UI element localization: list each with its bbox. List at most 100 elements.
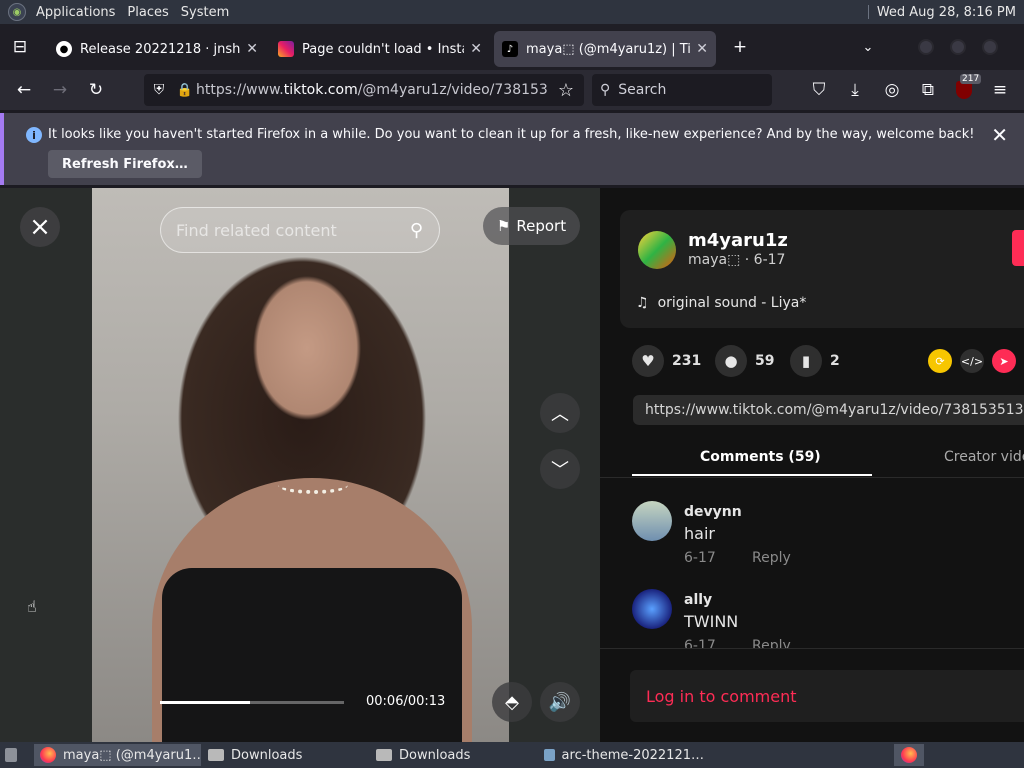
- tracking-shield-icon[interactable]: ⛨: [144, 82, 174, 98]
- distro-logo-icon[interactable]: ◉: [8, 3, 26, 21]
- share-repost-icon[interactable]: ⟳: [928, 349, 952, 373]
- reply-button[interactable]: Reply: [752, 638, 791, 648]
- video-player[interactable]: [92, 188, 509, 742]
- previous-video-chevron-up-icon[interactable]: ︿: [540, 393, 580, 433]
- instagram-icon: [278, 41, 294, 57]
- comment-avatar[interactable]: [632, 501, 672, 541]
- login-to-comment-button[interactable]: Log in to comment: [630, 670, 1024, 722]
- bookmark-star-icon[interactable]: ☆: [548, 80, 584, 101]
- bottom-taskbar: maya⬚ (@m4yaru1… Downloads Downloads arc…: [0, 742, 1024, 768]
- tab-instagram[interactable]: Page couldn't load • Instagram ✕: [270, 31, 490, 67]
- video-stage: [0, 188, 600, 742]
- close-video-button[interactable]: ×: [20, 207, 60, 247]
- taskbar-item-downloads[interactable]: Downloads: [202, 744, 368, 766]
- hamburger-menu-icon[interactable]: ≡: [984, 74, 1016, 106]
- refresh-firefox-button[interactable]: Refresh Firefox…: [48, 150, 202, 178]
- search-icon[interactable]: ⚲: [410, 220, 423, 241]
- video-time: 00:06/00:13: [366, 694, 446, 709]
- report-button[interactable]: ⚑ Report: [483, 207, 580, 245]
- comments-divider: [600, 648, 1024, 649]
- url-path: /@m4yaru1z/video/7381535131: [357, 82, 548, 98]
- account-icon[interactable]: ◎: [876, 74, 908, 106]
- tab-creator-videos[interactable]: Creator videos: [944, 449, 1024, 465]
- info-icon: i: [26, 127, 42, 143]
- comment-avatar[interactable]: [632, 589, 672, 629]
- taskbar-item-archive[interactable]: arc-theme-2022121…: [538, 744, 704, 766]
- creator-display-date: maya⬚ · 6-17: [688, 252, 786, 268]
- save-button[interactable]: ▮ 2: [790, 345, 840, 377]
- show-desktop-icon[interactable]: [2, 744, 24, 766]
- mouse-cursor-hand-icon: ☝: [27, 597, 37, 616]
- taskbar-item-firefox[interactable]: maya⬚ (@m4yaru1…: [34, 744, 201, 766]
- back-arrow-icon[interactable]: ←: [8, 74, 40, 106]
- folder-icon: [376, 749, 392, 761]
- close-window-icon[interactable]: [982, 39, 998, 55]
- next-video-chevron-down-icon[interactable]: ﹀: [540, 449, 580, 489]
- reply-button[interactable]: Reply: [752, 550, 791, 566]
- save-count: 2: [830, 353, 840, 369]
- url-bar[interactable]: ⛨ 🔒 https://www.tiktok.com/@m4yaru1z/vid…: [144, 74, 584, 106]
- lock-icon[interactable]: 🔒: [174, 83, 196, 98]
- taskbar-label: Downloads: [399, 747, 471, 763]
- folder-icon: [208, 749, 224, 761]
- tabs-divider: [600, 477, 1024, 478]
- comment-button[interactable]: ● 59: [715, 345, 774, 377]
- new-tab-icon[interactable]: +: [724, 31, 756, 63]
- volume-icon[interactable]: 🔊: [540, 682, 580, 722]
- flag-icon: ⚑: [496, 217, 511, 235]
- find-related-input[interactable]: Find related content ⚲: [160, 207, 440, 253]
- maximize-icon[interactable]: [950, 39, 966, 55]
- reload-icon[interactable]: ↻: [80, 74, 112, 106]
- comment-date: 6-17: [684, 638, 716, 648]
- places-menu[interactable]: Places: [121, 5, 174, 20]
- minimize-icon[interactable]: [918, 39, 934, 55]
- taskbar-label: arc-theme-2022121…: [561, 747, 704, 763]
- tab-title: Page couldn't load • Instagram: [302, 41, 464, 57]
- embed-code-icon[interactable]: </>: [960, 349, 984, 373]
- firefox-icon: [40, 747, 56, 763]
- search-input[interactable]: ⚲ Search: [592, 74, 772, 106]
- url-text[interactable]: https://www.tiktok.com/@m4yaru1z/video/7…: [196, 82, 548, 98]
- tab-tiktok[interactable]: ♪ maya⬚ (@m4yaru1z) | TikTok ✕: [494, 31, 716, 67]
- close-tab-icon[interactable]: ✕: [696, 41, 708, 57]
- video-progress-bar[interactable]: [160, 701, 344, 704]
- active-tab-underline: [632, 474, 872, 476]
- video-frame-dress: [162, 568, 462, 742]
- panel-clock[interactable]: Wed Aug 28, 8:16 PM: [867, 4, 1024, 20]
- forward-arrow-icon[interactable]: →: [44, 74, 76, 106]
- tab-github[interactable]: ● Release 20221218 · jnsh/arc-theme ✕: [48, 31, 266, 67]
- tab-comments[interactable]: Comments (59): [700, 449, 821, 465]
- close-notification-icon[interactable]: ✕: [991, 123, 1008, 147]
- find-related-placeholder: Find related content: [176, 220, 337, 240]
- system-menu[interactable]: System: [175, 5, 235, 20]
- close-tab-icon[interactable]: ✕: [470, 41, 482, 57]
- pocket-icon[interactable]: ⛉: [803, 74, 835, 106]
- float-player-icon[interactable]: ⬘: [492, 682, 532, 722]
- like-button[interactable]: ♥ 231: [632, 345, 701, 377]
- workspace-switcher[interactable]: [894, 744, 924, 766]
- search-placeholder: Search: [618, 82, 667, 98]
- follow-button[interactable]: [1012, 230, 1024, 266]
- creator-username[interactable]: m4yaru1z: [688, 230, 788, 251]
- sound-link[interactable]: ♫ original sound - Liya*: [636, 295, 806, 311]
- send-share-icon[interactable]: ➤: [992, 349, 1016, 373]
- creator-avatar[interactable]: [638, 231, 676, 269]
- comment-bubble-icon: ●: [715, 345, 747, 377]
- copy-link-field[interactable]: https://www.tiktok.com/@m4yaru1z/video/7…: [633, 395, 1024, 425]
- search-icon: ⚲: [600, 82, 611, 98]
- clock-text: Wed Aug 28, 8:16 PM: [876, 4, 1016, 20]
- applications-menu[interactable]: Applications: [30, 5, 121, 20]
- ublock-badge: 217: [960, 74, 982, 84]
- comment-meta-clipped: 6-17 Reply: [684, 638, 824, 648]
- comment-username[interactable]: ally: [684, 592, 712, 608]
- comment-username[interactable]: devynn: [684, 504, 742, 520]
- tab-title: Release 20221218 · jnsh/arc-theme: [80, 41, 241, 57]
- extensions-icon[interactable]: ⧉: [912, 74, 944, 106]
- list-tabs-chevron-down-icon[interactable]: ⌄: [852, 31, 884, 63]
- close-tab-icon[interactable]: ✕: [246, 41, 258, 57]
- taskbar-item-downloads[interactable]: Downloads: [370, 744, 536, 766]
- sound-label: original sound - Liya*: [657, 295, 807, 311]
- ublock-icon[interactable]: 217: [948, 74, 982, 106]
- downloads-icon[interactable]: ⤓: [839, 74, 871, 106]
- firefox-view-icon[interactable]: ⊟: [4, 31, 36, 63]
